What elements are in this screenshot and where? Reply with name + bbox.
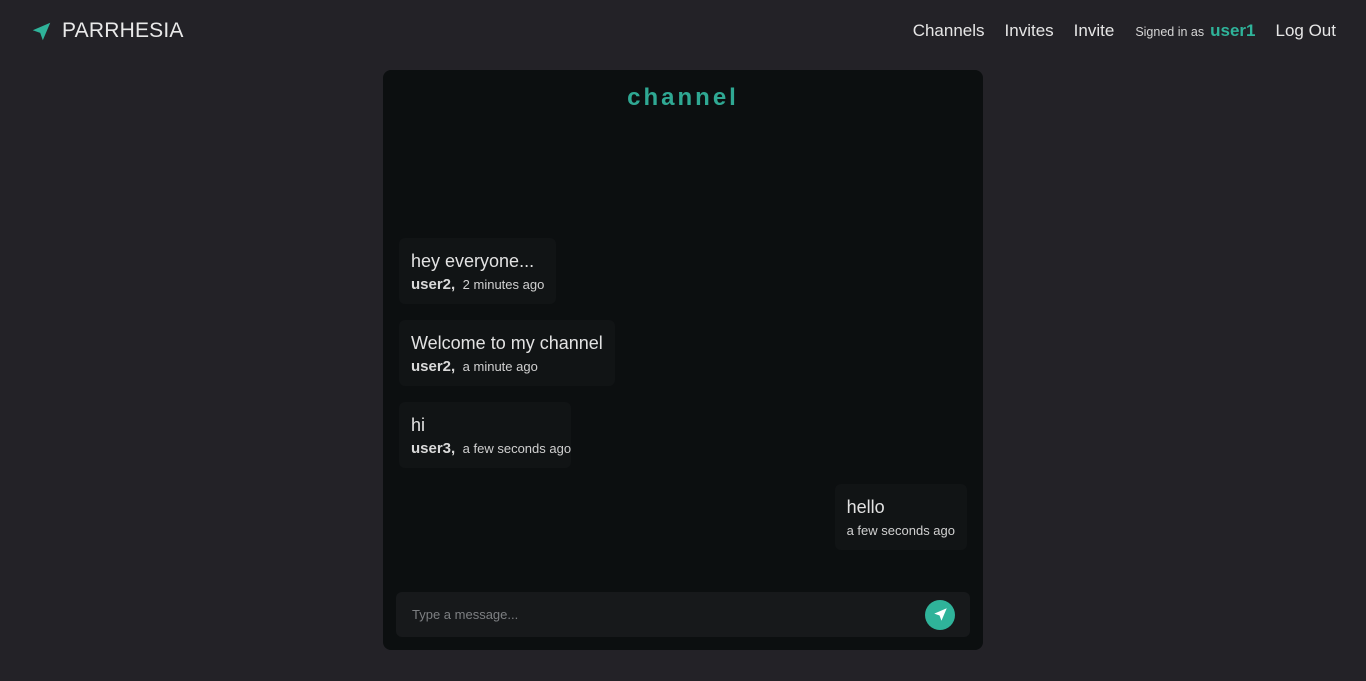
own-message-item: hello a few seconds ago — [834, 484, 967, 550]
message-meta: user2, a minute ago — [411, 358, 603, 376]
channel-title: channel — [627, 84, 739, 111]
message-input[interactable] — [412, 607, 925, 622]
message-time: a few seconds ago — [846, 523, 955, 538]
message-text: hi — [411, 415, 426, 435]
message-item: hey everyone... user2, 2 minutes ago — [399, 238, 557, 304]
send-button[interactable] — [925, 599, 955, 630]
nav-invites-link[interactable]: Invites — [1005, 21, 1054, 41]
brand-link[interactable]: PARRHESIA — [31, 19, 184, 43]
current-username: user1 — [1210, 21, 1256, 40]
send-icon — [933, 607, 948, 622]
nav-channels-link[interactable]: Channels — [913, 21, 985, 41]
message-item: Welcome to my channel user2, a minute ag… — [399, 320, 615, 386]
message-time: a minute ago — [462, 359, 538, 374]
message-author: user3, — [411, 440, 456, 457]
message-time: 2 minutes ago — [462, 277, 545, 292]
signed-in-status: Signed in as user1 — [1135, 21, 1255, 41]
paper-plane-icon — [31, 21, 52, 42]
message-text: hey everyone... — [411, 251, 535, 271]
signed-in-label: Signed in as — [1135, 25, 1205, 39]
message-meta: user3, a few seconds ago — [411, 440, 571, 458]
message-meta: user2, 2 minutes ago — [411, 276, 544, 294]
chat-panel: channel hey everyone... user2, 2 minutes… — [383, 70, 983, 650]
message-composer — [396, 592, 970, 637]
message-item: hi user3, a few seconds ago — [399, 402, 571, 468]
nav-invite-link[interactable]: Invite — [1074, 21, 1115, 41]
message-text: Welcome to my channel — [411, 333, 603, 353]
message-text: hello — [846, 497, 885, 517]
message-time: a few seconds ago — [462, 441, 572, 456]
nav-menu: Channels Invites Invite Signed in as use… — [893, 21, 1336, 41]
brand-name: PARRHESIA — [62, 19, 184, 42]
message-meta: a few seconds ago — [847, 522, 955, 540]
message-author: user2, — [411, 358, 456, 375]
message-author: user2, — [411, 276, 456, 293]
navbar: PARRHESIA Channels Invites Invite Signed… — [0, 0, 1366, 62]
logout-link[interactable]: Log Out — [1276, 21, 1337, 41]
